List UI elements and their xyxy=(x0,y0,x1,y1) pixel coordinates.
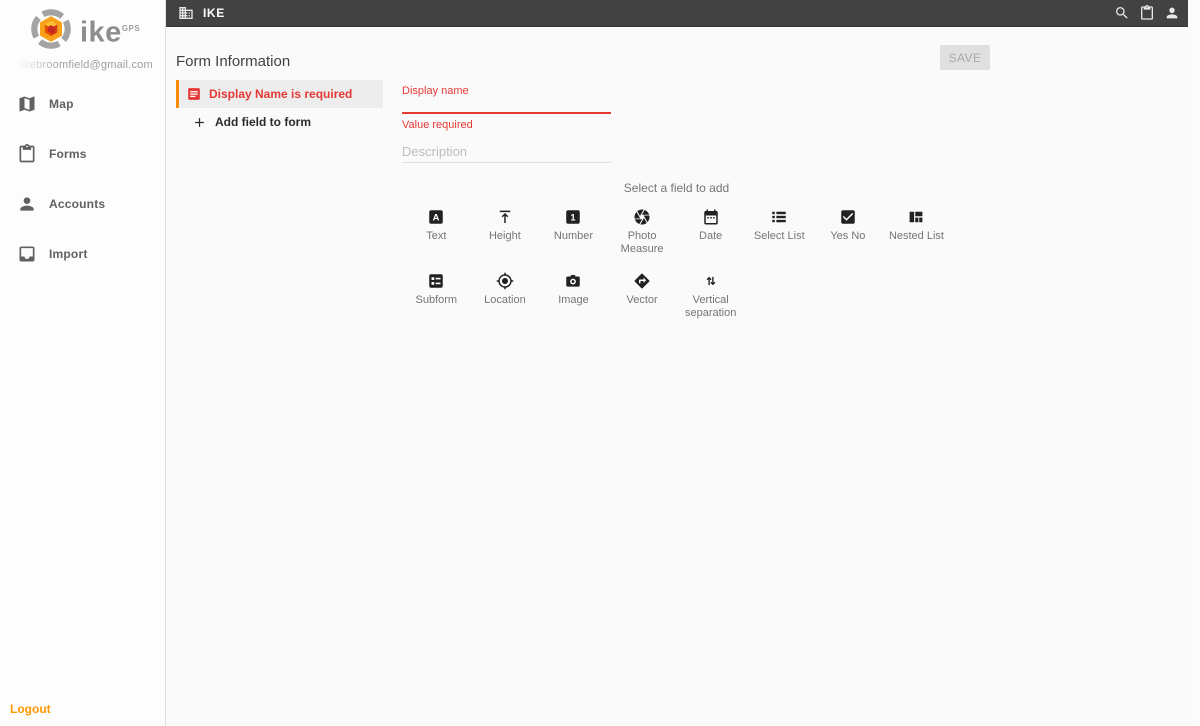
logo-wordmark: ikeGPS xyxy=(80,16,141,49)
app-logo: ikeGPS xyxy=(30,8,140,54)
sidebar-item-label: Accounts xyxy=(49,197,106,211)
image-icon xyxy=(566,275,581,287)
photo-measure-icon xyxy=(634,209,650,225)
field-type-photo-measure[interactable]: Photo Measure xyxy=(608,208,677,256)
nested-list-icon xyxy=(910,211,923,223)
field-type-location[interactable]: Location xyxy=(471,272,540,307)
clipboard-icon xyxy=(19,144,35,163)
field-type-nested-list[interactable]: Nested List xyxy=(882,208,951,243)
field-picker: Select a field to add A Text Height 1 Nu… xyxy=(402,181,951,320)
field-type-number[interactable]: 1 Number xyxy=(539,208,608,243)
description-input[interactable] xyxy=(402,140,611,163)
plus-icon xyxy=(195,117,204,127)
validation-issue-item[interactable]: Display Name is required xyxy=(176,80,383,108)
field-picker-prompt: Select a field to add xyxy=(623,181,730,195)
field-type-label: Height xyxy=(488,230,521,242)
field-type-label: Image xyxy=(558,294,589,306)
add-field-button[interactable]: Add field to form xyxy=(176,108,383,136)
vector-icon xyxy=(634,273,650,289)
logo-superscript: GPS xyxy=(121,24,141,33)
date-icon xyxy=(703,209,718,225)
main-content: Form Information SAVE Display Name is re… xyxy=(166,27,1188,726)
sidebar-item-accounts[interactable]: Accounts xyxy=(0,179,165,229)
svg-text:1: 1 xyxy=(571,213,576,223)
sidebar-item-forms[interactable]: Forms xyxy=(0,129,165,179)
field-type-height[interactable]: Height xyxy=(471,208,540,243)
field-type-vector[interactable]: Vector xyxy=(608,272,677,307)
user-email-wrap: mikebroomfield@gmail.com xyxy=(0,55,165,73)
search-icon[interactable] xyxy=(1114,5,1130,21)
sidebar-nav: Map Forms Accounts Import xyxy=(0,79,165,279)
sidebar-item-map[interactable]: Map xyxy=(0,79,165,129)
clipboard-icon[interactable] xyxy=(1139,5,1155,21)
sidebar: ikeGPS mikebroomfield@gmail.com Map Form… xyxy=(0,0,166,726)
org-title: IKE xyxy=(203,6,225,20)
field-type-yes-no[interactable]: Yes No xyxy=(814,208,883,243)
ike-logo-icon xyxy=(31,9,71,49)
field-type-label: Location xyxy=(484,294,526,306)
field-type-text[interactable]: A Text xyxy=(402,208,471,243)
save-button[interactable]: SAVE xyxy=(940,45,990,70)
text-icon: A xyxy=(429,210,444,224)
notes-icon xyxy=(188,88,200,100)
sidebar-item-label: Forms xyxy=(49,147,87,161)
select-list-icon xyxy=(772,211,787,223)
subform-icon xyxy=(429,274,444,288)
topbar: IKE xyxy=(166,0,1188,27)
logout-button[interactable]: Logout xyxy=(10,702,51,716)
person-icon xyxy=(20,197,34,211)
yes-no-icon xyxy=(841,210,855,224)
field-type-subform[interactable]: Subform xyxy=(402,272,471,307)
field-type-label: Vertical separation xyxy=(684,294,737,319)
field-picker-row-2: Subform Location Image Vector Vertical s… xyxy=(402,272,951,320)
inbox-icon xyxy=(19,246,35,262)
add-field-label: Add field to form xyxy=(215,115,311,129)
org-switcher[interactable]: IKE xyxy=(178,5,225,21)
field-type-label: Number xyxy=(553,230,594,242)
user-icon[interactable] xyxy=(1164,5,1180,21)
user-email: mikebroomfield@gmail.com xyxy=(12,59,153,71)
svg-text:A: A xyxy=(433,213,440,223)
sidebar-item-import[interactable]: Import xyxy=(0,229,165,279)
sidebar-item-label: Map xyxy=(49,97,74,111)
field-type-vertical-separation[interactable]: Vertical separation xyxy=(676,272,745,320)
field-type-label: Date xyxy=(699,230,723,242)
location-icon xyxy=(496,272,514,290)
building-icon xyxy=(179,7,193,19)
field-type-label: Select List xyxy=(753,230,805,242)
field-type-label: Text xyxy=(426,230,447,242)
sidebar-item-label: Import xyxy=(49,247,88,261)
field-type-date[interactable]: Date xyxy=(676,208,745,243)
field-type-label: Vector xyxy=(626,294,658,306)
vertical-separation-icon xyxy=(706,276,716,286)
field-type-label: Yes No xyxy=(830,230,866,242)
scrollbar-track[interactable] xyxy=(1188,0,1200,726)
field-picker-row-1: A Text Height 1 Number Photo Measure Dat… xyxy=(402,208,951,256)
field-type-select-list[interactable]: Select List xyxy=(745,208,814,243)
map-icon xyxy=(19,96,35,112)
field-type-image[interactable]: Image xyxy=(539,272,608,307)
issue-label: Display Name is required xyxy=(209,87,353,101)
page-title: Form Information xyxy=(176,53,291,70)
field-type-label: Subform xyxy=(415,294,458,306)
height-icon xyxy=(499,210,511,223)
field-type-label: Nested List xyxy=(888,230,944,242)
display-name-input[interactable] xyxy=(402,96,611,114)
number-icon: 1 xyxy=(566,210,581,224)
field-type-label: Photo Measure xyxy=(620,230,664,255)
display-name-error: Value required xyxy=(402,119,473,131)
